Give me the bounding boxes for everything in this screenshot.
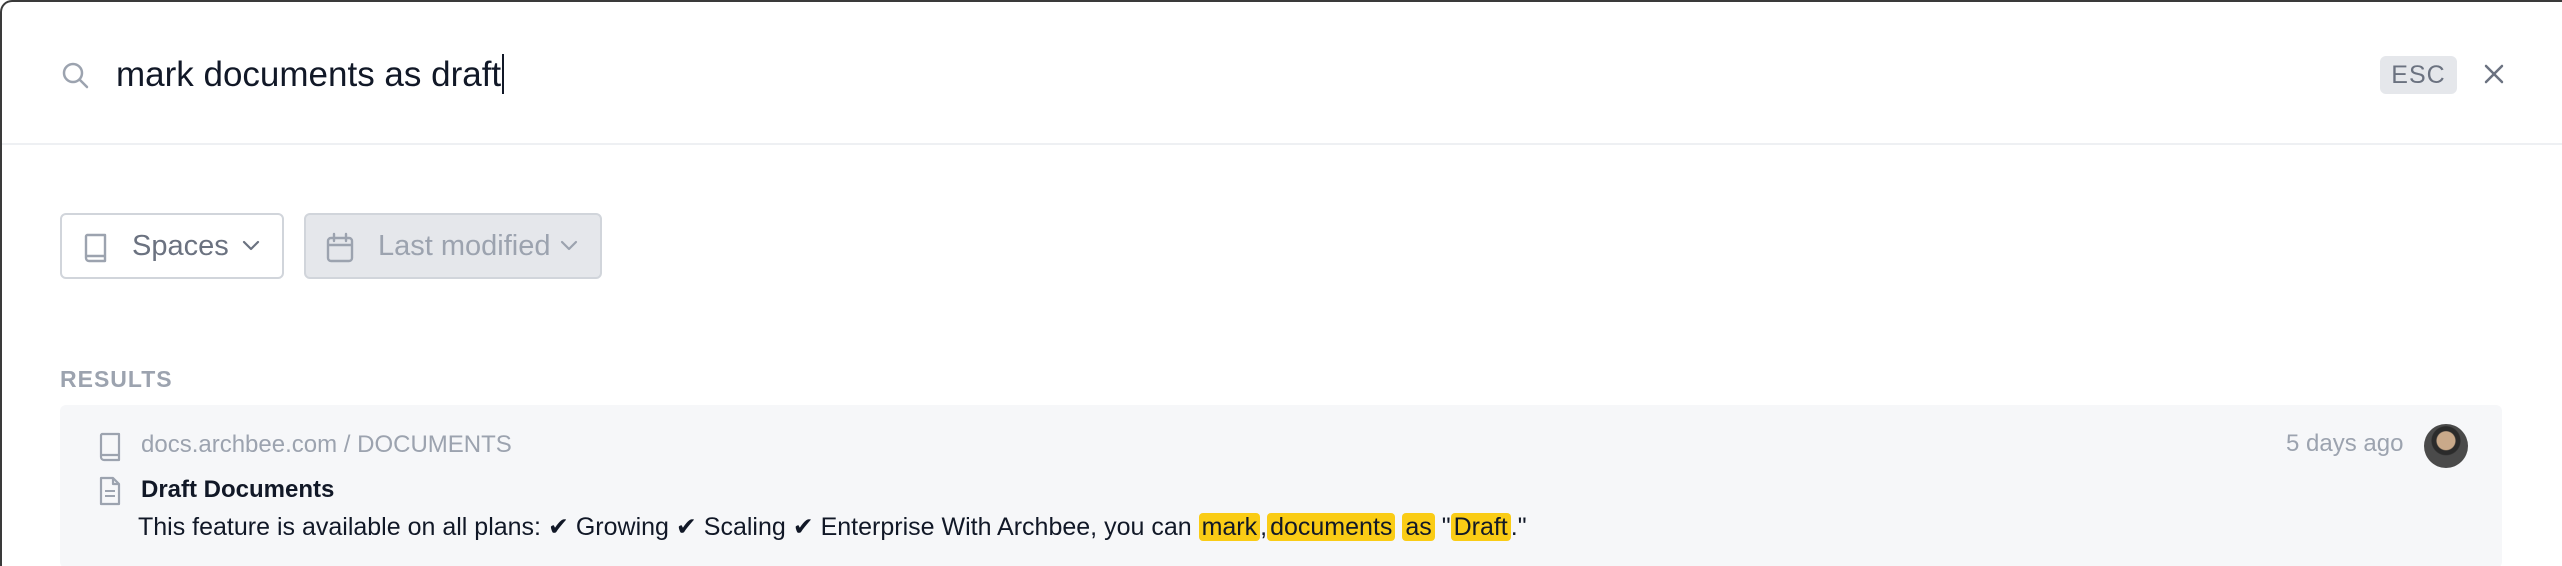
result-snippet: This feature is available on all plans: … xyxy=(138,509,1527,545)
search-input[interactable]: mark documents as draft xyxy=(116,46,2316,104)
result-title[interactable]: Draft Documents xyxy=(141,476,334,504)
snippet-highlight: documents xyxy=(1267,513,1396,541)
book-icon xyxy=(99,432,121,462)
snippet-highlight: mark xyxy=(1198,513,1261,541)
spaces-filter-dropdown[interactable]: Spaces xyxy=(60,213,284,279)
esc-badge[interactable]: ESC xyxy=(2380,56,2457,94)
last-modified-filter-dropdown[interactable]: Last modified xyxy=(304,213,602,279)
snippet-text: This feature is available on all plans: … xyxy=(138,513,1199,541)
calendar-icon xyxy=(326,232,354,263)
search-icon xyxy=(62,62,89,89)
snippet-text: " xyxy=(1434,513,1451,541)
search-result-item[interactable]: docs.archbee.com / DOCUMENTS 5 days ago … xyxy=(60,405,2502,566)
close-icon[interactable] xyxy=(2482,62,2506,86)
avatar xyxy=(2424,424,2468,468)
chevron-down-icon xyxy=(560,240,578,251)
snippet-text: ." xyxy=(1510,513,1527,541)
last-modified-filter-label: Last modified xyxy=(378,230,551,262)
search-modal: mark documents as draft ESC Spaces Last … xyxy=(0,0,2562,566)
book-icon xyxy=(84,233,107,263)
text-caret xyxy=(502,54,505,94)
search-bar: mark documents as draft ESC xyxy=(2,2,2562,145)
snippet-highlight: Draft xyxy=(1450,513,1511,541)
result-timestamp: 5 days ago xyxy=(2286,430,2404,457)
snippet-highlight: as xyxy=(1402,513,1435,541)
chevron-down-icon xyxy=(242,240,260,251)
results-heading: RESULTS xyxy=(60,366,173,392)
document-icon xyxy=(99,476,121,506)
search-query: mark documents as draft xyxy=(116,55,502,94)
spaces-filter-label: Spaces xyxy=(132,230,229,262)
result-breadcrumb[interactable]: docs.archbee.com / DOCUMENTS xyxy=(141,431,512,459)
